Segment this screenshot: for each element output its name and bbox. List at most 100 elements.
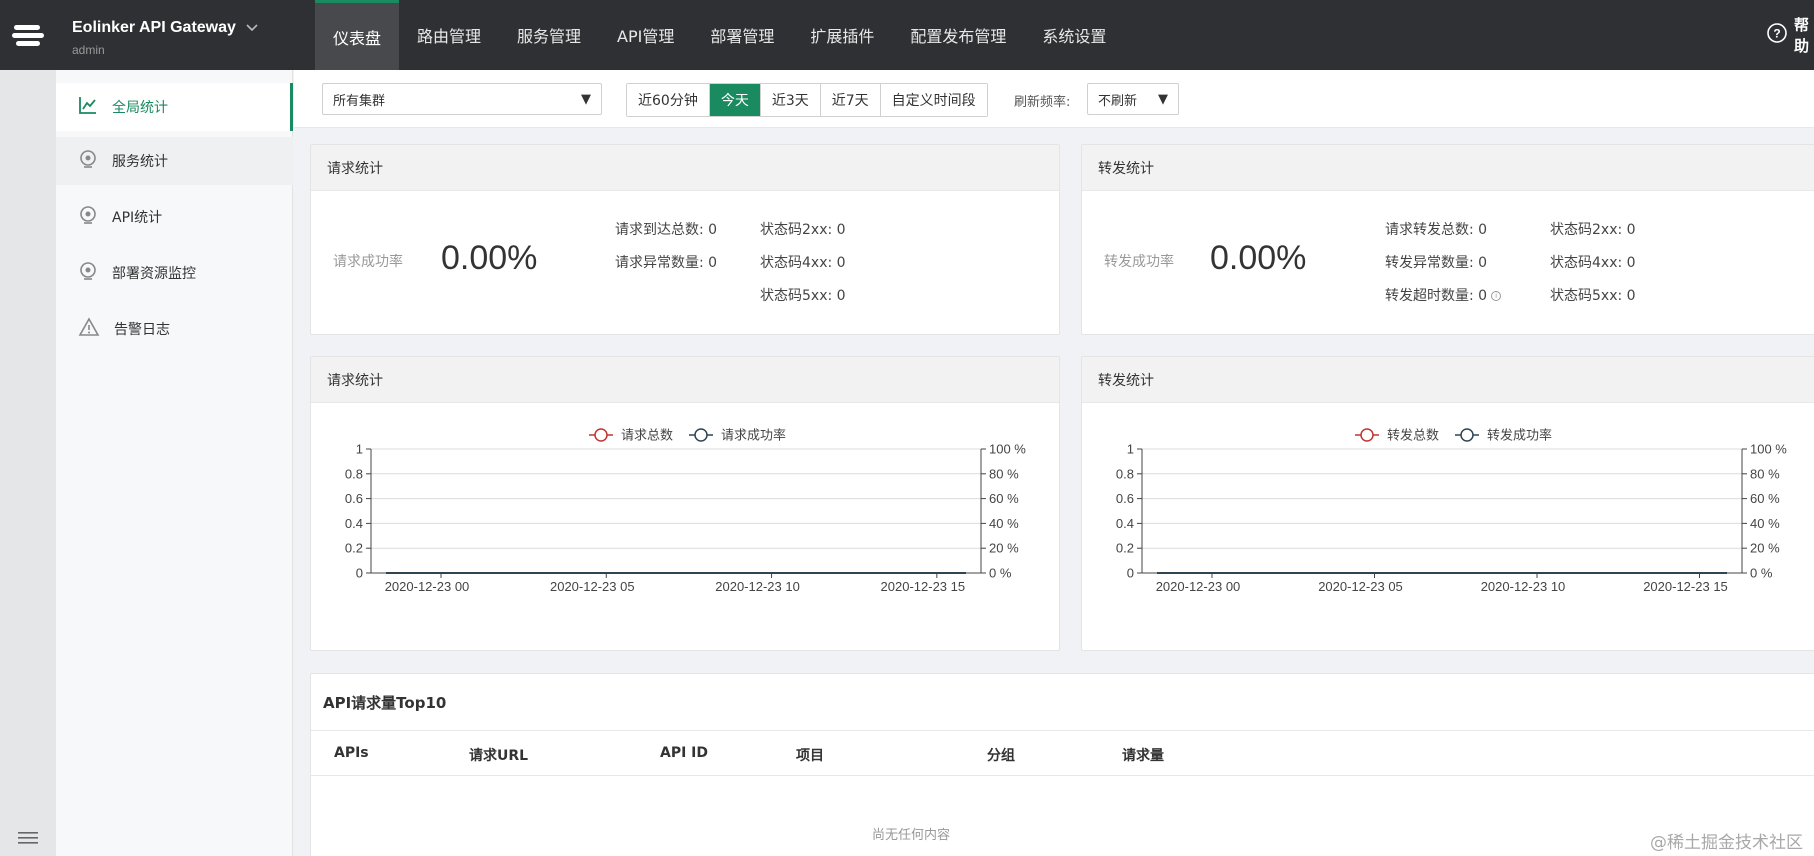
column-header-project[interactable]: 项目	[796, 745, 824, 765]
y-tick-label: 0.6	[1116, 491, 1134, 506]
y2-tick-label: 60 %	[1750, 491, 1780, 506]
sidebar: 全局统计 服务统计 API统计 部署资源监控 告警日志	[56, 70, 293, 856]
stat-label: 状态码2xx:	[760, 222, 833, 238]
sidebar-item-global-stats[interactable]: 全局统计	[56, 83, 293, 131]
forward-chart-card: 转发统计 转发总数 转发成功率 0 0 % 0.2 20 % 0.4 40 % 0.6 60 % 0…	[1081, 356, 1814, 651]
legend-label: 转发成功率	[1487, 428, 1552, 443]
forward-success-rate-label: 转发成功率	[1104, 254, 1174, 270]
request-total-stat: 请求到达总数: 0	[615, 219, 717, 239]
status-5xx-stat: 状态码5xx: 0	[760, 285, 846, 305]
nav-plugins[interactable]: 扩展插件	[792, 0, 892, 70]
time-range-group: 近60分钟 今天 近3天 近7天 自定义时间段	[626, 83, 988, 117]
sidebar-item-resource-monitor[interactable]: 部署资源监控	[56, 249, 293, 297]
current-user: admin	[72, 43, 105, 57]
y2-tick-label: 0 %	[989, 566, 1012, 581]
watermark: @稀土掘金技术社区	[1650, 833, 1803, 853]
caret-down-icon: ▼	[1158, 91, 1168, 107]
column-header-group[interactable]: 分组	[987, 745, 1015, 765]
stat-label: 请求转发总数:	[1385, 222, 1474, 238]
api-top10-card: API请求量Top10 APIs 请求URL API ID 项目 分组 请求量 …	[310, 673, 1814, 856]
stat-value: 0	[836, 222, 846, 238]
stat-value: 0	[708, 255, 718, 271]
y2-tick-label: 20 %	[1750, 541, 1780, 556]
forward-error-stat: 转发异常数量: 0	[1385, 252, 1487, 272]
refresh-select[interactable]: 不刷新 ▼	[1087, 83, 1179, 115]
stat-value: 0	[1478, 255, 1488, 271]
column-header-apis[interactable]: APIs	[334, 745, 369, 761]
y2-tick-label: 80 %	[1750, 466, 1780, 481]
nav-services[interactable]: 服务管理	[499, 0, 599, 70]
sidebar-item-api-stats[interactable]: API统计	[56, 193, 293, 241]
column-header-api-id[interactable]: API ID	[660, 745, 708, 761]
time-today[interactable]: 今天	[709, 84, 761, 116]
brand[interactable]: Eolinker API Gateway admin	[72, 19, 258, 57]
y2-tick-label: 80 %	[989, 466, 1019, 481]
chart-legend: 转发总数 转发成功率	[1355, 428, 1552, 443]
y-tick-label: 0.4	[345, 516, 363, 531]
y-tick-label: 0.6	[345, 491, 363, 506]
forward-success-rate-value: 0.00%	[1210, 239, 1307, 277]
cluster-select[interactable]: 所有集群 ▼	[322, 83, 602, 115]
request-chart: 请求总数 请求成功率 0 0 % 0.2 20 % 0.4 40 % 0.6 60 % 0.8 80 …	[345, 428, 1026, 595]
stat-label: 状态码2xx:	[1550, 222, 1623, 238]
request-success-rate-value: 0.00%	[441, 239, 538, 277]
x-tick-label: 2020-12-23 10	[1481, 579, 1566, 594]
y2-tick-label: 40 %	[1750, 516, 1780, 531]
legend-marker	[1360, 428, 1374, 442]
nav-dashboard[interactable]: 仪表盘	[315, 0, 400, 70]
time-last-7-days[interactable]: 近7天	[820, 84, 881, 116]
nav-config-publish[interactable]: 配置发布管理	[892, 0, 1024, 70]
column-header-request-count[interactable]: 请求量	[1122, 745, 1164, 765]
stat-label: 状态码5xx:	[1550, 288, 1623, 304]
nav-settings[interactable]: 系统设置	[1024, 0, 1124, 70]
sidebar-item-alert-log[interactable]: 告警日志	[56, 305, 293, 353]
stat-value: 0	[1478, 288, 1488, 304]
status-4xx-stat: 状态码4xx: 0	[1550, 252, 1636, 272]
y-tick-label: 0.8	[345, 466, 363, 481]
sidebar-item-service-stats[interactable]: 服务统计	[56, 137, 293, 185]
y-tick-label: 0.4	[1116, 516, 1134, 531]
stat-label: 转发异常数量:	[1385, 255, 1474, 271]
nav-api[interactable]: API管理	[599, 0, 692, 70]
refresh-label: 刷新频率:	[1014, 95, 1071, 110]
column-header-url[interactable]: 请求URL	[469, 745, 528, 765]
time-last-60-min[interactable]: 近60分钟	[627, 84, 710, 116]
stat-label: 状态码5xx:	[760, 288, 833, 304]
time-last-3-days[interactable]: 近3天	[760, 84, 821, 116]
legend-marker	[1460, 428, 1474, 442]
caret-down-icon: ▼	[581, 91, 591, 107]
chevron-down-icon[interactable]	[246, 19, 258, 37]
warning-icon	[78, 317, 100, 341]
forward-stats-card: 转发统计 转发成功率 0.00% 请求转发总数: 0 转发异常数量: 0 转发超…	[1081, 144, 1814, 335]
cluster-select-value: 所有集群	[333, 93, 386, 109]
request-success-rate-label: 请求成功率	[333, 254, 403, 270]
card-title: 请求统计	[311, 357, 1059, 403]
card-title: 请求统计	[311, 145, 1059, 191]
y-tick-label: 1	[356, 442, 363, 457]
y2-tick-label: 0 %	[1750, 566, 1773, 581]
sidebar-item-label: 全局统计	[112, 100, 168, 116]
sidebar-item-label: 服务统计	[112, 154, 168, 170]
status-5xx-stat: 状态码5xx: 0	[1550, 285, 1636, 305]
y2-tick-label: 60 %	[989, 491, 1019, 506]
table-title: API请求量Top10	[323, 694, 447, 712]
stat-value: 0	[708, 222, 718, 238]
nav-deploy[interactable]: 部署管理	[692, 0, 792, 70]
filter-bar: 所有集群 ▼ 近60分钟 今天 近3天 近7天 自定义时间段 刷新频率: 不刷新…	[294, 70, 1814, 128]
forward-timeout-stat: 转发超时数量: 0i	[1385, 285, 1502, 305]
info-icon[interactable]: i	[1491, 291, 1502, 301]
y-tick-label: 0	[356, 566, 363, 581]
stat-label: 请求到达总数:	[615, 222, 704, 238]
request-stats-card: 请求统计 请求成功率 0.00% 请求到达总数: 0 请求异常数量: 0 状态码…	[310, 144, 1060, 335]
x-tick-label: 2020-12-23 10	[715, 579, 800, 594]
top-navbar: Eolinker API Gateway admin 仪表盘 路由管理 服务管理…	[0, 0, 1814, 70]
stat-value: 0	[1626, 288, 1636, 304]
y-tick-label: 0.8	[1116, 466, 1134, 481]
y2-tick-label: 20 %	[989, 541, 1019, 556]
nav-routes[interactable]: 路由管理	[399, 0, 499, 70]
time-custom-range[interactable]: 自定义时间段	[880, 84, 987, 116]
logo-icon[interactable]	[0, 0, 56, 70]
sidebar-item-label: API统计	[112, 210, 163, 226]
y-tick-label: 1	[1127, 442, 1134, 457]
help-button[interactable]: ? 帮助	[1766, 0, 1814, 70]
